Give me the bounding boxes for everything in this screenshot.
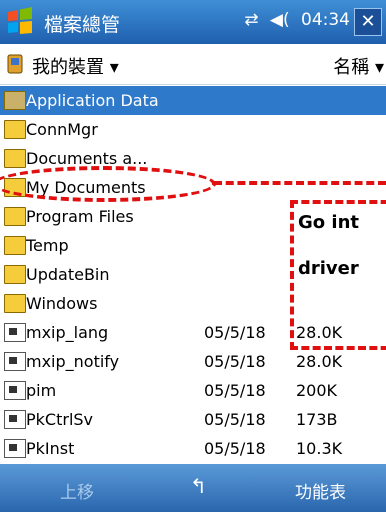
softkey-bar: 上移 ↰ 功能表 <box>0 464 386 512</box>
close-button[interactable]: ✕ <box>354 8 382 36</box>
list-item[interactable]: pim 05/5/18 200K <box>0 376 386 405</box>
annotation-connector-line <box>214 181 386 185</box>
chevron-down-icon: ▾ <box>109 57 119 78</box>
move-up-softkey[interactable]: 上移 <box>60 478 94 503</box>
antenna-icon[interactable]: ⇄ <box>244 10 258 30</box>
list-item[interactable]: ConnMgr <box>0 115 386 144</box>
location-dropdown[interactable]: 我的裝置 ▾ <box>32 53 119 79</box>
list-item[interactable]: mxip_notify 05/5/18 28.0K <box>0 347 386 376</box>
folder-icon <box>4 265 26 284</box>
input-panel-icon[interactable]: ↰ <box>190 474 207 498</box>
speaker-icon[interactable]: ◀( <box>270 10 290 30</box>
clock[interactable]: 04:34 <box>301 10 350 30</box>
folder-icon <box>4 149 26 168</box>
device-icon <box>7 54 23 74</box>
list-item[interactable]: Application Data <box>0 86 386 115</box>
annotation-highlight-oval <box>0 166 216 202</box>
status-area[interactable]: ⇄ ◀( 04:34 <box>238 10 350 30</box>
annotation-text-line1: Go int <box>298 212 359 233</box>
window-title: 檔案總管 <box>44 14 121 36</box>
list-item[interactable]: PkCtrlSv 05/5/18 173B <box>0 405 386 434</box>
file-icon <box>4 381 26 400</box>
sort-dropdown[interactable]: 名稱 ▾ <box>333 53 384 79</box>
file-icon <box>4 323 26 342</box>
title-bar: 檔案總管 ⇄ ◀( 04:34 ✕ <box>0 0 386 44</box>
annotation-text-line2: driver <box>298 258 359 279</box>
folder-icon <box>4 207 26 226</box>
file-icon <box>4 410 26 429</box>
menu-softkey[interactable]: 功能表 <box>295 478 346 503</box>
sort-label: 名稱 <box>333 57 370 78</box>
file-icon <box>4 352 26 371</box>
chevron-down-icon: ▾ <box>374 57 384 78</box>
folder-icon <box>4 294 26 313</box>
location-label: 我的裝置 <box>32 57 104 78</box>
windows-start-icon[interactable] <box>6 6 34 36</box>
list-item[interactable]: PkInst 05/5/18 10.3K <box>0 434 386 463</box>
file-icon <box>4 439 26 458</box>
folder-icon <box>4 91 26 110</box>
folder-icon <box>4 120 26 139</box>
folder-icon <box>4 236 26 255</box>
location-bar: 我的裝置 ▾ 名稱 ▾ <box>0 44 386 85</box>
